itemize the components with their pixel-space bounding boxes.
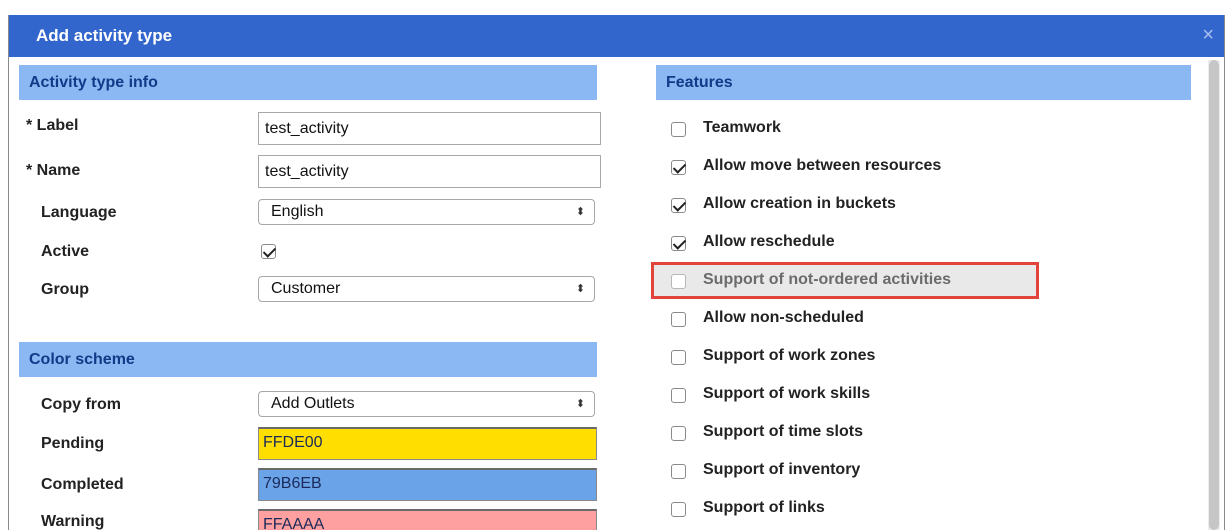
feature-label: Support of not-ordered activities [703,271,952,288]
feature-label: Support of inventory [703,461,861,478]
group-field-label: Group [41,281,89,298]
label-input[interactable]: test_activity [258,112,601,145]
active-checkbox[interactable] [261,244,276,259]
feature-checkbox[interactable] [671,464,686,479]
dialog-titlebar: Add activity type × [9,15,1224,57]
activity-type-info-header: Activity type info [19,65,597,100]
dialog-title: Add activity type [36,26,173,45]
feature-checkbox[interactable] [671,426,686,441]
select-arrows-icon: ⬍ [575,398,585,410]
pending-label: Pending [41,435,105,452]
feature-checkbox[interactable] [671,160,686,175]
feature-label: Support of work skills [703,385,871,402]
feature-checkbox[interactable] [671,502,686,517]
feature-checkbox[interactable] [671,198,686,213]
completed-color-input[interactable]: 79B6EB [258,468,597,501]
active-field-label: Active [41,243,90,260]
select-arrows-icon: ⬍ [575,206,585,218]
feature-label: Support of links [703,499,825,516]
color-scheme-header: Color scheme [19,342,597,377]
label-field-label: * Label [26,117,79,134]
group-select-value: Customer [271,280,341,297]
feature-label: Allow non-scheduled [703,309,864,326]
language-select[interactable]: English ⬍ [258,199,595,225]
feature-label: Support of time slots [703,423,863,440]
feature-checkbox[interactable] [671,122,686,137]
copy-from-label: Copy from [41,396,121,413]
group-select[interactable]: Customer ⬍ [258,276,595,302]
language-select-value: English [271,203,324,220]
feature-label: Allow move between resources [703,157,942,174]
name-field-label: * Name [26,162,81,179]
name-input[interactable]: test_activity [258,155,601,188]
feature-checkbox[interactable] [671,236,686,251]
vertical-scrollbar[interactable] [1208,60,1220,530]
feature-checkbox[interactable] [671,388,686,403]
add-activity-type-dialog: Add activity type × Activity type info *… [8,15,1225,530]
pending-color-input[interactable]: FFDE00 [258,427,597,460]
copy-from-select-value: Add Outlets [271,395,355,412]
feature-checkbox[interactable] [671,350,686,365]
features-header: Features [656,65,1191,100]
warning-label: Warning [41,513,105,530]
feature-label: Teamwork [703,119,781,136]
feature-checkbox[interactable] [671,312,686,327]
feature-checkbox [671,274,686,289]
warning-color-input[interactable]: FFAAAA [258,509,597,530]
feature-label: Allow creation in buckets [703,195,896,212]
feature-label: Support of work zones [703,347,876,364]
language-field-label: Language [41,204,117,221]
completed-label: Completed [41,476,124,493]
scrollbar-thumb[interactable] [1209,60,1219,530]
select-arrows-icon: ⬍ [575,283,585,295]
feature-label: Allow reschedule [703,233,835,250]
close-icon[interactable]: × [1202,24,1214,47]
copy-from-select[interactable]: Add Outlets ⬍ [258,391,595,417]
